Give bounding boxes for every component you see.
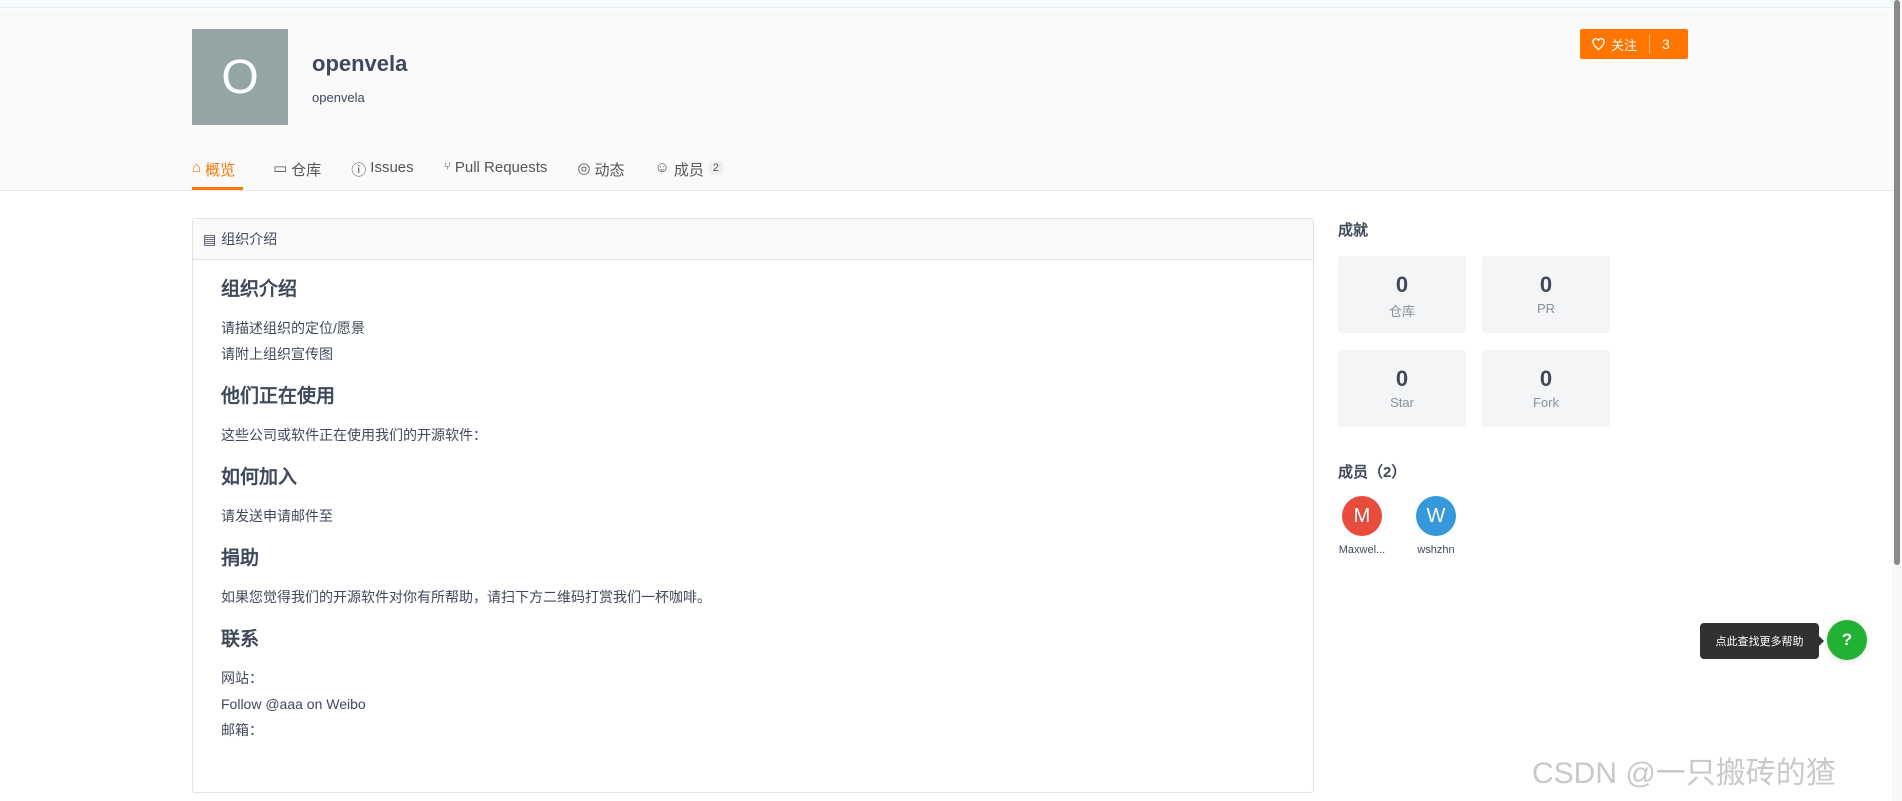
- stat-label: Star: [1390, 395, 1414, 410]
- member-avatar: W: [1416, 496, 1456, 536]
- tab-label: 动态: [594, 162, 625, 179]
- section-heading: 组织介绍: [221, 279, 298, 300]
- watermark: CSDN @一只搬砖的猹: [1532, 757, 1836, 790]
- tab-activity[interactable]: ◎ 动态: [577, 157, 624, 190]
- tab-label: 成员: [673, 162, 704, 179]
- member-name: Maxwel...: [1338, 544, 1386, 556]
- activity-icon: ◎: [577, 160, 591, 177]
- members-title: 成员（2）: [1338, 464, 1407, 481]
- stat-value: 0: [1539, 272, 1553, 297]
- home-icon: ⌂: [192, 159, 202, 176]
- readme-content: 组织介绍 请描述组织的定位/愿景 请附上组织宣传图 他们正在使用 这些公司或软件正…: [193, 260, 1313, 771]
- issue-icon: ⓘ: [351, 162, 367, 179]
- scrollbar[interactable]: [1892, 0, 1902, 801]
- tab-label: Issues: [370, 159, 414, 176]
- section-heading: 如何加入: [221, 467, 298, 488]
- follow-button[interactable]: 关注 3: [1580, 29, 1688, 59]
- members-count-badge: 2: [707, 161, 724, 175]
- tab-repos[interactable]: ▭ 仓库: [273, 157, 321, 190]
- section-heading: 捐助: [221, 548, 260, 569]
- tab-label: 概览: [205, 162, 236, 179]
- follow-count: 3: [1662, 36, 1670, 52]
- org-avatar: O: [192, 29, 288, 125]
- members-icon: ☺: [654, 159, 670, 176]
- tab-label: Pull Requests: [454, 159, 548, 176]
- stat-label: PR: [1536, 301, 1556, 316]
- top-strip: [0, 0, 1892, 8]
- tab-issues[interactable]: ⓘ Issues: [351, 157, 413, 190]
- stat-value: 0: [1395, 272, 1409, 297]
- card-title: 组织介绍: [221, 231, 278, 247]
- section-heading: 他们正在使用: [221, 386, 336, 407]
- pull-request-icon: ⑂: [443, 159, 451, 173]
- org-intro-card: ▤ 组织介绍 组织介绍 请描述组织的定位/愿景 请附上组织宣传图 他们正在使用 这些…: [192, 218, 1314, 793]
- stat-repos[interactable]: 0 仓库: [1338, 256, 1466, 333]
- section-text: 这些公司或软件正在使用我们的开源软件：: [221, 427, 487, 443]
- stat-label: 仓库: [1388, 304, 1415, 319]
- section-text: 请发送申请邮件至: [221, 508, 333, 524]
- stat-fork[interactable]: 0 Fork: [1482, 350, 1610, 427]
- member-maxwel[interactable]: M Maxwel...: [1332, 496, 1392, 556]
- member-wshzhn[interactable]: Wwshzhn: [1406, 496, 1466, 556]
- help-tooltip: 点此查找更多帮助: [1700, 623, 1824, 659]
- tab-label: 仓库: [291, 162, 322, 179]
- help-button[interactable]: ?: [1827, 620, 1867, 660]
- repo-icon: ▭: [273, 160, 288, 177]
- tab-members[interactable]: ☺ 成员 2: [655, 157, 724, 190]
- org-nav: ⌂ 概览 ▭ 仓库 ⓘ Issues ⑂ Pull Requests ◎ 动态 ☺ 成员 2: [192, 157, 754, 190]
- heart-icon: [1592, 38, 1605, 50]
- section-heading: 联系: [221, 629, 260, 650]
- card-header: ▤ 组织介绍: [193, 219, 1313, 260]
- tab-pull-requests[interactable]: ⑂ Pull Requests: [444, 157, 548, 190]
- follow-label: 关注: [1611, 37, 1638, 53]
- tab-overview[interactable]: ⌂ 概览: [192, 157, 244, 190]
- org-path: openvela: [312, 90, 365, 105]
- stat-pr[interactable]: 0 PR: [1482, 256, 1610, 333]
- member-avatar: M: [1342, 496, 1382, 536]
- section-text: 网站： Follow @aaa on Weibo 邮箱：: [221, 670, 366, 738]
- stat-value: 0: [1539, 366, 1553, 391]
- achievements-title: 成就: [1338, 222, 1369, 239]
- member-name: wshzhn: [1417, 544, 1455, 556]
- document-icon: ▤: [203, 230, 217, 247]
- section-text: 请描述组织的定位/愿景 请附上组织宣传图: [221, 320, 365, 362]
- scrollbar-thumb[interactable]: [1894, 0, 1900, 565]
- org-header: O openvela openvela 关注 3 ⌂ 概览 ▭ 仓库 ⓘ Issues…: [0, 9, 1892, 191]
- org-name[interactable]: openvela: [312, 51, 407, 77]
- section-text: 如果您觉得我们的开源软件对你有所帮助，请扫下方二维码打赏我们一杯咖啡。: [221, 589, 711, 605]
- stat-label: Fork: [1533, 395, 1559, 410]
- stat-star[interactable]: 0 Star: [1338, 350, 1466, 427]
- stat-value: 0: [1395, 366, 1409, 391]
